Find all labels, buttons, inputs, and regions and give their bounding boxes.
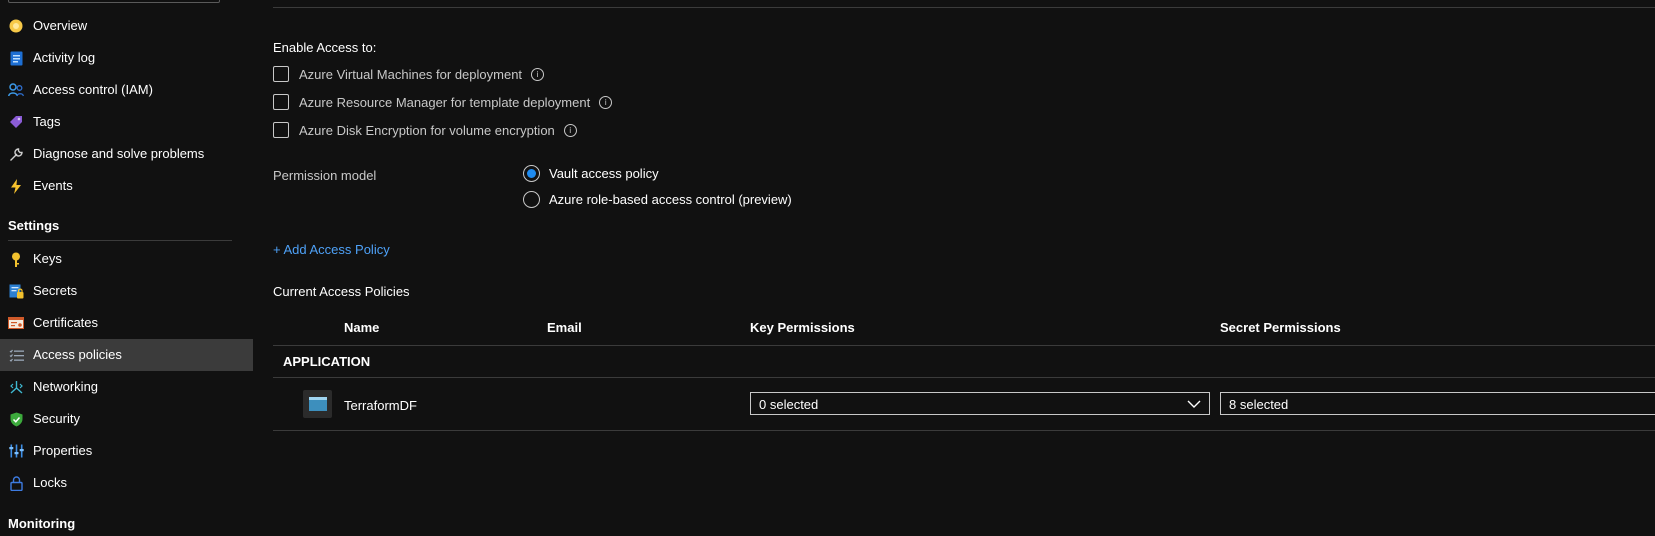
settings-divider bbox=[8, 240, 232, 241]
sidebar-item-keys[interactable]: Keys bbox=[0, 243, 253, 275]
enable-access-label: Enable Access to: bbox=[273, 40, 377, 55]
sidebar-item-label: Access control (IAM) bbox=[33, 82, 153, 97]
column-header-key-permissions[interactable]: Key Permissions bbox=[750, 320, 855, 335]
sidebar-item-properties[interactable]: Properties bbox=[0, 435, 253, 467]
overview-icon bbox=[8, 18, 24, 34]
properties-icon bbox=[8, 443, 24, 459]
checkbox[interactable] bbox=[273, 122, 289, 138]
table-group-divider bbox=[273, 377, 1655, 378]
activity-log-icon bbox=[8, 50, 24, 66]
monitoring-heading: Monitoring bbox=[8, 516, 76, 531]
secret-icon bbox=[8, 283, 24, 299]
sidebar-item-label: Tags bbox=[33, 114, 61, 129]
info-icon[interactable]: i bbox=[563, 123, 577, 137]
checkbox-arm-deployment[interactable]: Azure Resource Manager for template depl… bbox=[273, 92, 613, 112]
sidebar-item-networking[interactable]: Networking bbox=[0, 371, 253, 403]
sidebar-search-box[interactable] bbox=[8, 0, 220, 3]
networking-icon bbox=[8, 379, 24, 395]
checkbox[interactable] bbox=[273, 66, 289, 82]
radio-label: Vault access policy bbox=[549, 165, 659, 181]
sidebar-item-label: Properties bbox=[33, 443, 93, 458]
sidebar-item-diagnose[interactable]: Diagnose and solve problems bbox=[0, 138, 253, 170]
lightning-icon bbox=[8, 178, 24, 194]
dropdown-value: 0 selected bbox=[759, 397, 819, 412]
sidebar-item-access-policies[interactable]: Access policies bbox=[0, 339, 253, 371]
table-header-divider bbox=[273, 345, 1655, 346]
sidebar-item-label: Locks bbox=[33, 475, 67, 490]
radio-label: Azure role-based access control (preview… bbox=[549, 191, 792, 207]
current-policies-label: Current Access Policies bbox=[273, 284, 410, 299]
sidebar-item-label: Overview bbox=[33, 18, 88, 33]
checkbox-disk-encryption[interactable]: Azure Disk Encryption for volume encrypt… bbox=[273, 120, 577, 140]
info-icon[interactable]: i bbox=[531, 67, 545, 81]
sidebar-item-secrets[interactable]: Secrets bbox=[0, 275, 253, 307]
checkbox-vm-deployment[interactable]: Azure Virtual Machines for deployment i bbox=[273, 64, 545, 84]
add-access-policy-link[interactable]: + Add Access Policy bbox=[273, 242, 390, 257]
sidebar: Overview Activity log Access control (IA… bbox=[0, 0, 253, 536]
table-row-divider bbox=[273, 430, 1655, 431]
radio-button[interactable] bbox=[523, 190, 540, 208]
sidebar-item-events[interactable]: Events bbox=[0, 170, 253, 202]
info-icon[interactable]: i bbox=[599, 95, 613, 109]
sidebar-item-certificates[interactable]: Certificates bbox=[0, 307, 253, 339]
sidebar-item-label: Activity log bbox=[33, 50, 96, 65]
radio-button[interactable] bbox=[523, 164, 540, 182]
radio-azure-rbac[interactable]: Azure role-based access control (preview… bbox=[523, 189, 792, 209]
certificate-icon bbox=[8, 315, 24, 331]
dropdown-value: 8 selected bbox=[1229, 397, 1289, 412]
sidebar-item-label: Diagnose and solve problems bbox=[33, 146, 205, 161]
access-policies-icon bbox=[8, 347, 24, 363]
key-permissions-dropdown[interactable]: 0 selected bbox=[750, 392, 1210, 415]
sidebar-item-label: Access policies bbox=[33, 347, 122, 362]
lock-icon bbox=[8, 475, 24, 491]
table-group-application: APPLICATION bbox=[283, 354, 371, 369]
key-icon bbox=[8, 251, 24, 267]
checkbox-label: Azure Virtual Machines for deployment bbox=[299, 66, 523, 82]
sidebar-item-security[interactable]: Security bbox=[0, 403, 253, 435]
sidebar-item-label: Security bbox=[33, 411, 80, 426]
top-divider bbox=[273, 7, 1655, 8]
tag-icon bbox=[8, 114, 24, 130]
application-icon bbox=[303, 390, 332, 418]
column-header-name[interactable]: Name bbox=[344, 320, 379, 335]
wrench-icon bbox=[8, 146, 24, 162]
chevron-down-icon bbox=[1187, 398, 1201, 410]
sidebar-item-label: Certificates bbox=[33, 315, 99, 330]
secret-permissions-dropdown[interactable]: 8 selected bbox=[1220, 392, 1655, 415]
sidebar-item-iam[interactable]: Access control (IAM) bbox=[0, 74, 253, 106]
checkbox-label: Azure Disk Encryption for volume encrypt… bbox=[299, 122, 555, 138]
sidebar-item-locks[interactable]: Locks bbox=[0, 467, 253, 499]
column-header-email[interactable]: Email bbox=[547, 320, 582, 335]
column-header-secret-permissions[interactable]: Secret Permissions bbox=[1220, 320, 1341, 335]
iam-icon bbox=[8, 82, 24, 98]
checkbox[interactable] bbox=[273, 94, 289, 110]
permission-model-label: Permission model bbox=[273, 168, 377, 183]
row-name[interactable]: TerraformDF bbox=[344, 398, 417, 413]
sidebar-item-label: Keys bbox=[33, 251, 62, 266]
shield-icon bbox=[8, 411, 24, 427]
checkbox-label: Azure Resource Manager for template depl… bbox=[299, 94, 591, 110]
sidebar-item-label: Networking bbox=[33, 379, 99, 394]
sidebar-item-activity-log[interactable]: Activity log bbox=[0, 42, 253, 74]
sidebar-item-label: Events bbox=[33, 178, 73, 193]
sidebar-item-overview[interactable]: Overview bbox=[0, 10, 253, 42]
sidebar-item-tags[interactable]: Tags bbox=[0, 106, 253, 138]
sidebar-item-label: Secrets bbox=[33, 283, 78, 298]
settings-heading: Settings bbox=[8, 218, 60, 233]
radio-vault-access-policy[interactable]: Vault access policy bbox=[523, 163, 659, 183]
